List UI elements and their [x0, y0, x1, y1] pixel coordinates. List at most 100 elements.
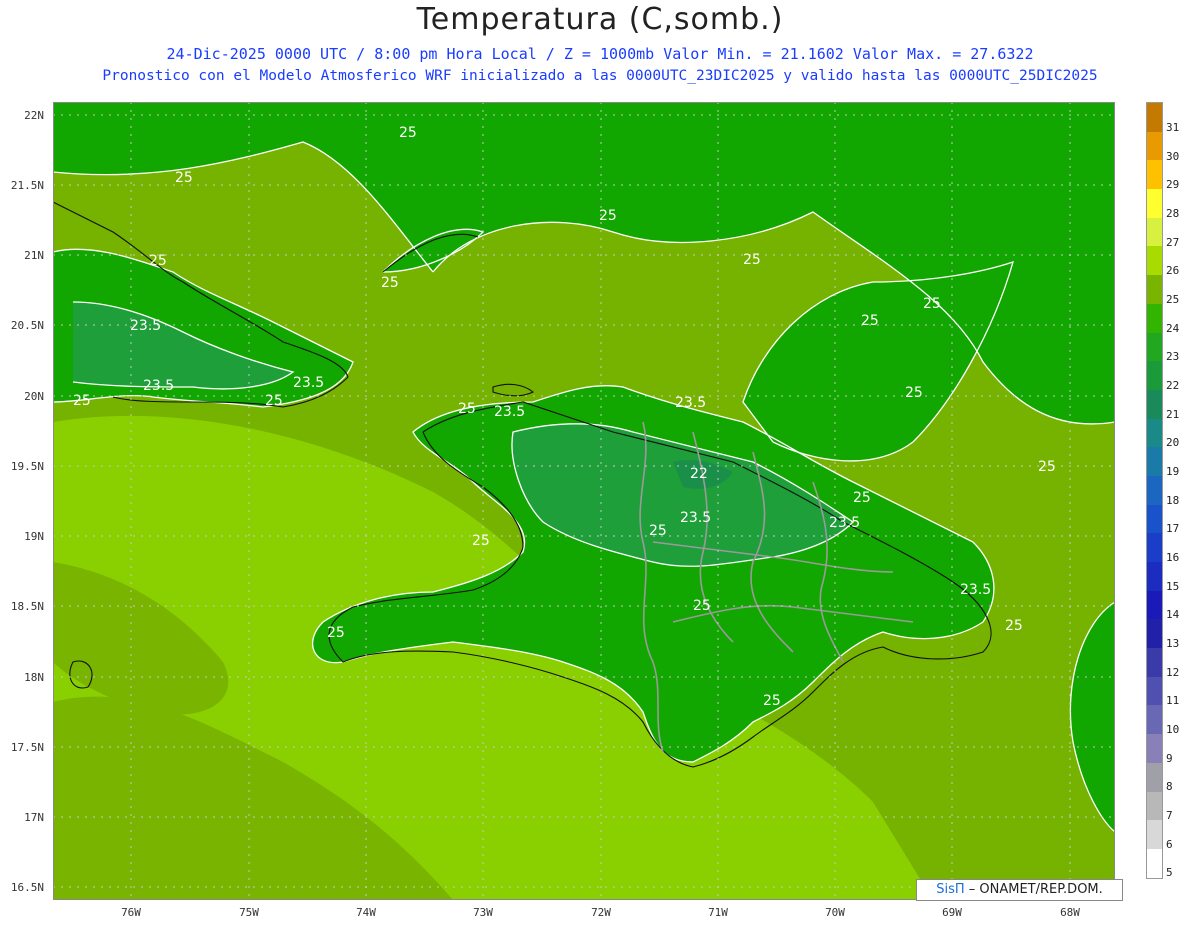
sispi-logo: SisΠ — [936, 882, 965, 897]
map-title: Temperatura (C,somb.) — [416, 2, 784, 37]
colorbar-swatch — [1147, 103, 1162, 132]
lat-label: 22N — [24, 109, 44, 122]
colorbar-label: 12 — [1166, 666, 1180, 679]
contour-label: 25 — [175, 170, 193, 186]
contour-label: 25 — [905, 385, 923, 401]
colorbar-label: 10 — [1166, 723, 1180, 736]
contour-label: 23.5 — [293, 375, 324, 391]
contour-label: 25 — [649, 523, 667, 539]
lat-label: 18N — [24, 671, 44, 684]
contour-label: 25 — [458, 401, 476, 417]
contour-label: 23.5 — [675, 395, 706, 411]
colorbar-label: 18 — [1166, 494, 1180, 507]
colorbar-swatch — [1147, 389, 1162, 419]
contour-label: 23.5 — [494, 404, 525, 420]
contour-label: 25 — [73, 393, 91, 409]
contour-label: 25 — [853, 490, 871, 506]
lon-label: 71W — [708, 906, 728, 919]
colorbar-label: 7 — [1166, 809, 1173, 822]
lon-label: 72W — [591, 906, 611, 919]
colorbar-label: 27 — [1166, 236, 1180, 249]
contour-label: 25 — [599, 208, 617, 224]
colorbar-label: 13 — [1166, 637, 1180, 650]
colorbar-swatch — [1147, 332, 1162, 362]
lat-label: 16.5N — [10, 881, 44, 894]
lat-label: 19N — [24, 530, 44, 543]
colorbar-label: 14 — [1166, 608, 1180, 621]
colorbar-label: 31 — [1166, 121, 1180, 134]
lat-label: 20N — [24, 390, 44, 403]
contour-label: 25 — [1005, 618, 1023, 634]
lon-label: 76W — [121, 906, 141, 919]
colorbar-swatch — [1147, 475, 1162, 505]
colorbar-swatch — [1147, 590, 1162, 620]
colorbar-swatch — [1147, 762, 1162, 792]
valid-time-line: 24-Dic-2025 0000 UTC / 8:00 pm Hora Loca… — [166, 45, 1034, 63]
colorbar-swatch — [1147, 533, 1162, 562]
colorbar-label: 17 — [1166, 522, 1180, 535]
contour-label: 25 — [265, 393, 283, 409]
temperature-map: 25 25 25 25 25 25 25 25 25 25 25 25 25 2… — [53, 102, 1115, 900]
lat-label: 19.5N — [10, 460, 44, 473]
contour-label: 25 — [381, 275, 399, 291]
colorbar-swatch — [1147, 820, 1162, 849]
colorbar — [1146, 102, 1163, 879]
colorbar-label: 26 — [1166, 264, 1180, 277]
credit-box: SisΠ – ONAMET/REP.DOM. — [916, 879, 1123, 901]
lon-label: 69W — [942, 906, 962, 919]
colorbar-swatch — [1147, 160, 1162, 190]
colorbar-label: 9 — [1166, 752, 1173, 765]
contour-label: 25 — [149, 253, 167, 269]
colorbar-swatch — [1147, 303, 1162, 333]
credit-text: – ONAMET/REP.DOM. — [964, 882, 1103, 897]
colorbar-swatch — [1147, 447, 1162, 476]
contour-label: 25 — [923, 296, 941, 312]
colorbar-label: 28 — [1166, 207, 1180, 220]
lon-label: 70W — [825, 906, 845, 919]
contour-label: 23.5 — [680, 510, 711, 526]
colorbar-swatch — [1147, 562, 1162, 591]
lat-label: 17.5N — [10, 741, 44, 754]
contour-label: 25 — [693, 598, 711, 614]
lat-label: 17N — [24, 811, 44, 824]
colorbar-label: 22 — [1166, 379, 1180, 392]
contour-label: 25 — [861, 313, 879, 329]
contour-label: 25 — [472, 533, 490, 549]
colorbar-label: 15 — [1166, 580, 1180, 593]
lon-label: 74W — [356, 906, 376, 919]
lat-label: 21N — [24, 249, 44, 262]
contour-label: 22 — [690, 466, 708, 482]
colorbar-swatch — [1147, 246, 1162, 276]
colorbar-swatch — [1147, 619, 1162, 649]
contour-label: 23.5 — [130, 318, 161, 334]
lon-label: 75W — [239, 906, 259, 919]
colorbar-label: 11 — [1166, 694, 1180, 707]
contour-label: 23.5 — [829, 515, 860, 531]
colorbar-label: 6 — [1166, 838, 1173, 851]
contour-label: 25 — [327, 625, 345, 641]
colorbar-swatch — [1147, 734, 1162, 763]
colorbar-swatch — [1147, 791, 1162, 821]
contour-label: 25 — [1038, 459, 1056, 475]
contour-label: 25 — [743, 252, 761, 268]
lon-label: 73W — [473, 906, 493, 919]
colorbar-swatch — [1147, 848, 1162, 878]
model-info-line: Pronostico con el Modelo Atmosferico WRF… — [102, 68, 1098, 84]
colorbar-swatch — [1147, 676, 1162, 706]
contour-label: 25 — [399, 125, 417, 141]
colorbar-label: 24 — [1166, 322, 1180, 335]
colorbar-swatch — [1147, 189, 1162, 218]
colorbar-label: 25 — [1166, 293, 1180, 306]
colorbar-label: 29 — [1166, 178, 1180, 191]
colorbar-swatch — [1147, 361, 1162, 390]
lat-label: 21.5N — [10, 179, 44, 192]
colorbar-label: 16 — [1166, 551, 1180, 564]
colorbar-label: 30 — [1166, 150, 1180, 163]
colorbar-label: 20 — [1166, 436, 1180, 449]
contour-label: 23.5 — [143, 378, 174, 394]
colorbar-swatch — [1147, 504, 1162, 534]
colorbar-label: 5 — [1166, 866, 1173, 879]
colorbar-label: 19 — [1166, 465, 1180, 478]
contour-label: 23.5 — [960, 582, 991, 598]
colorbar-label: 8 — [1166, 780, 1173, 793]
